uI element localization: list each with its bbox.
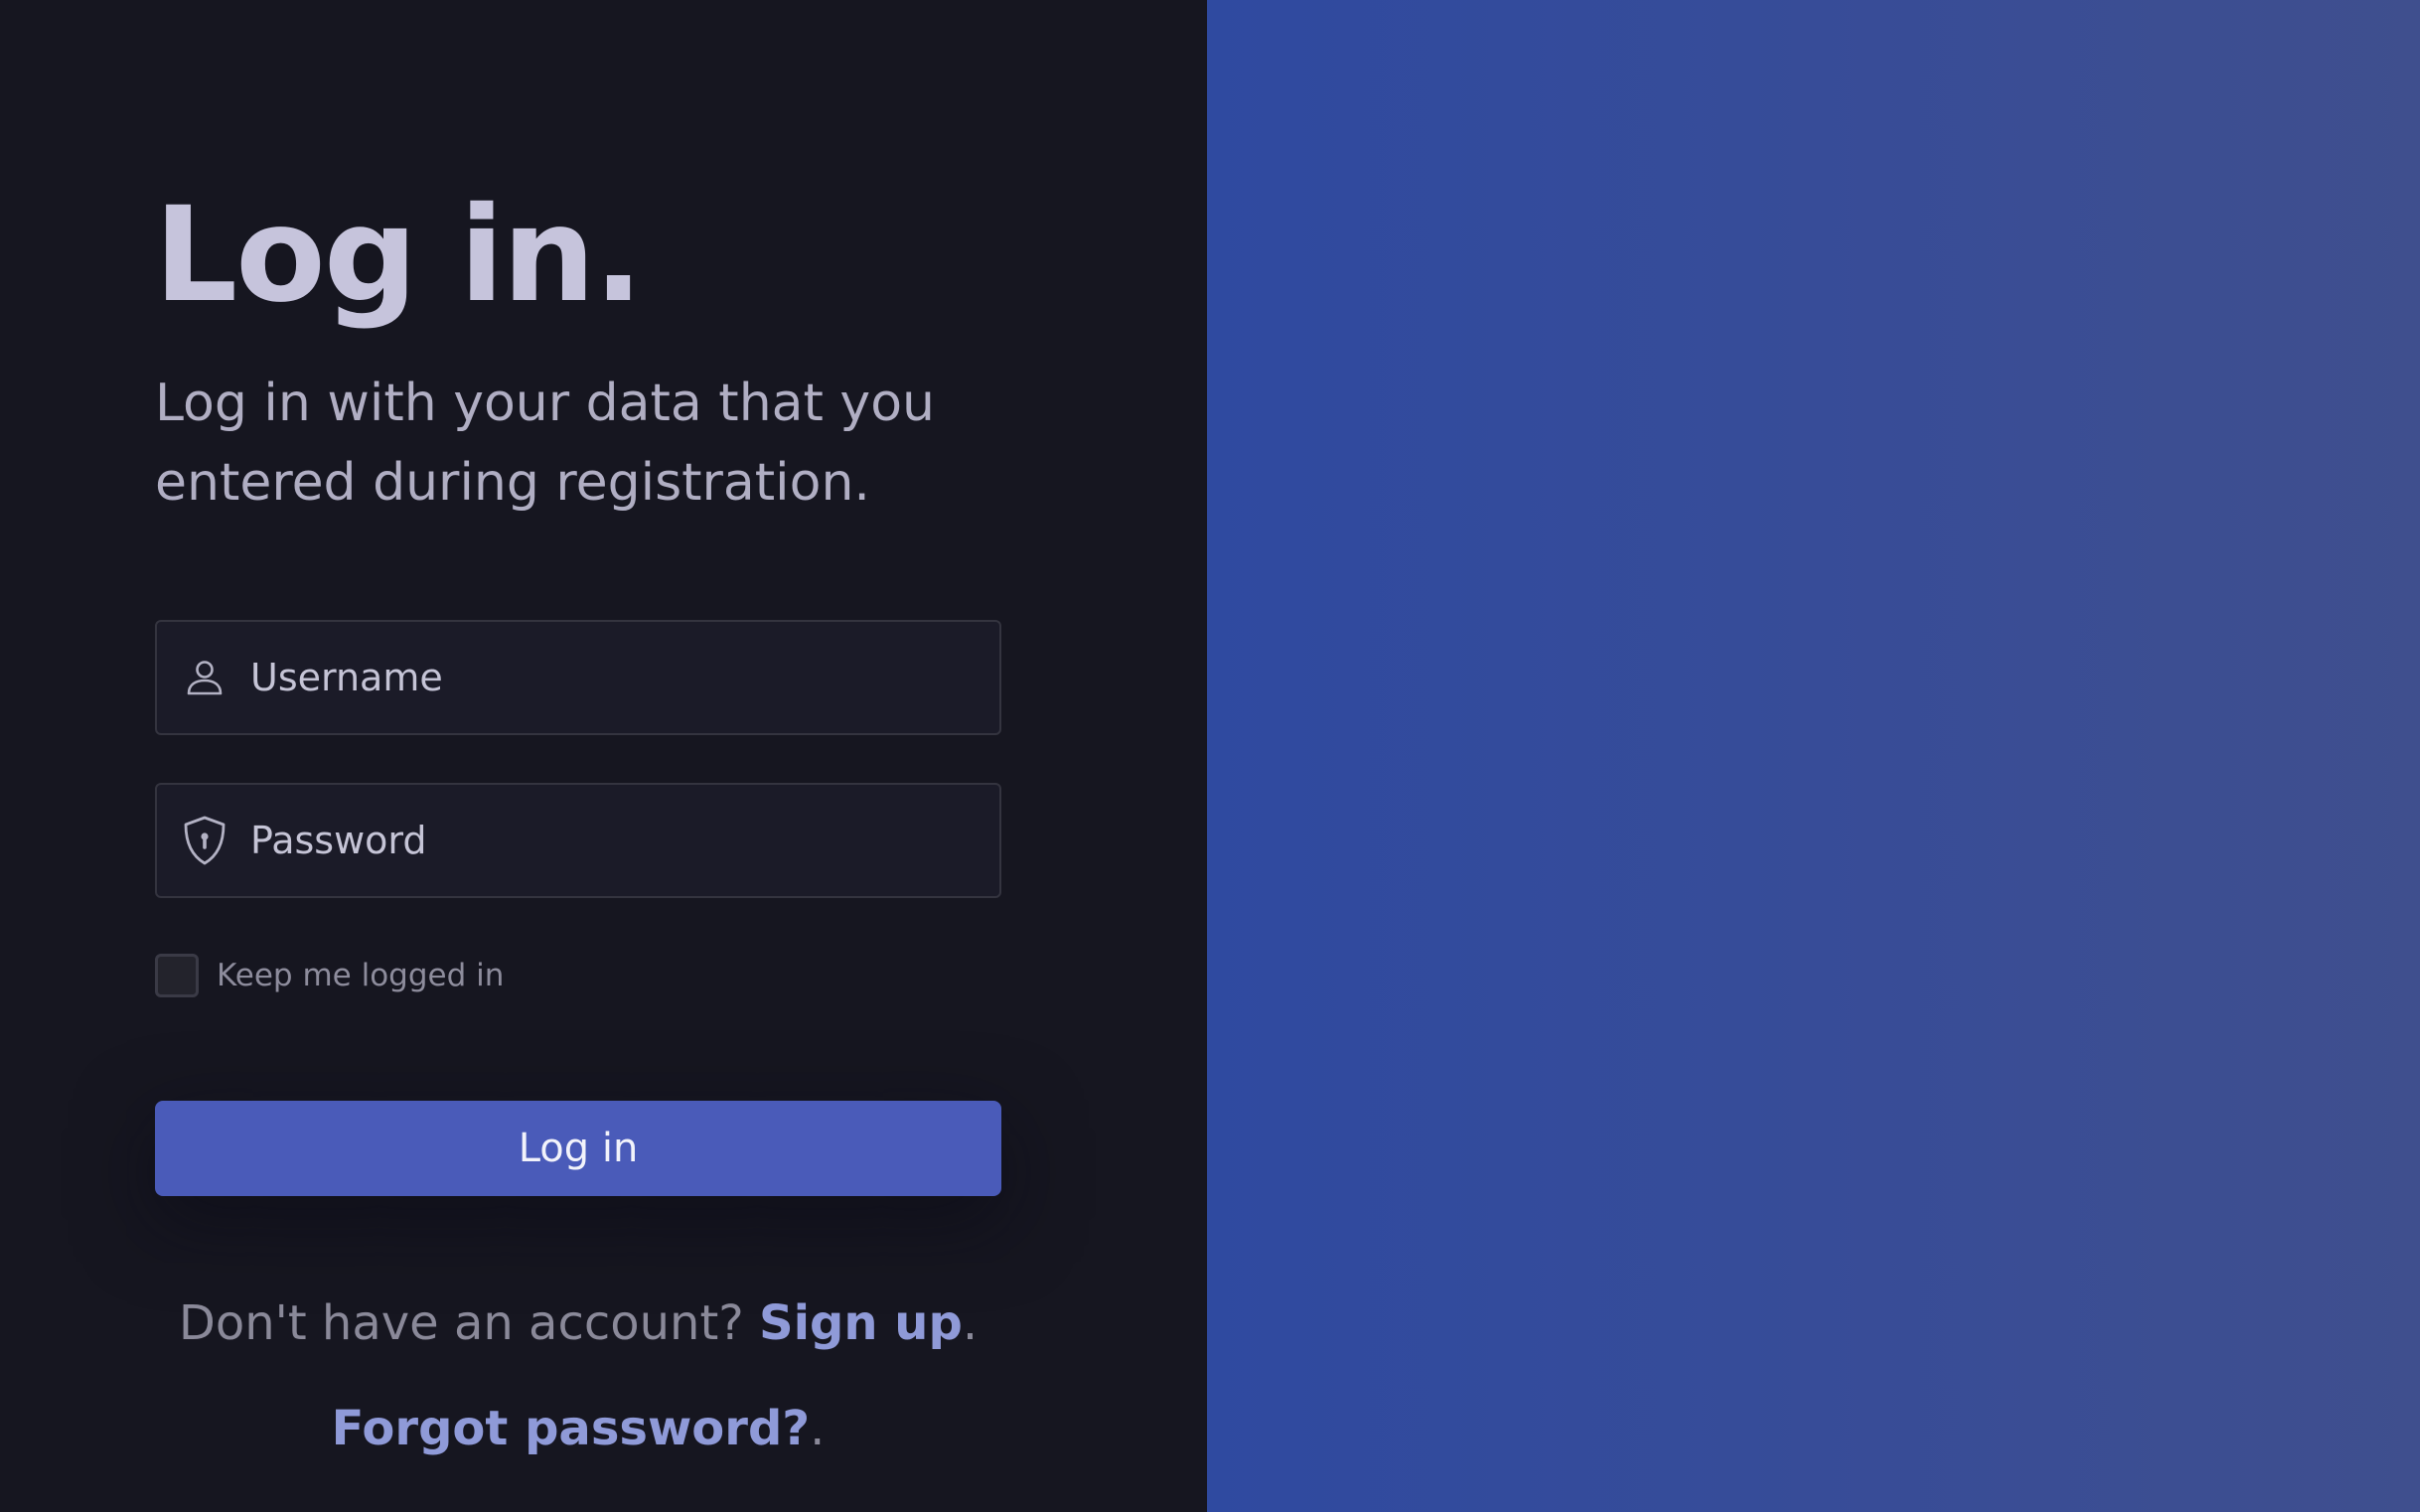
forgot-password-link[interactable]: Forgot password? [332, 1401, 811, 1456]
signup-prompt-text: Don't have an account? [178, 1295, 760, 1351]
login-form-panel: Log in. Log in with your data that you e… [0, 0, 1207, 1512]
forgot-period: . [810, 1401, 826, 1456]
username-field[interactable] [155, 620, 1001, 735]
signup-period: . [962, 1295, 979, 1351]
hero-background-panel [1207, 0, 2420, 1512]
user-icon [179, 652, 230, 703]
page-subtitle: Log in with your data that you entered d… [155, 374, 935, 513]
keep-logged-in-option[interactable]: Keep me logged in [155, 954, 504, 997]
forgot-password-row: Forgot password?. [0, 1401, 1156, 1456]
username-input[interactable] [250, 622, 999, 733]
signup-link[interactable]: Sign up [759, 1295, 963, 1351]
password-field[interactable] [155, 783, 1001, 898]
login-button[interactable]: Log in [155, 1101, 1001, 1196]
page-title: Log in. [154, 179, 644, 332]
password-input[interactable] [250, 785, 999, 896]
shield-lock-icon [179, 815, 230, 866]
login-page: Log in. Log in with your data that you e… [0, 0, 2420, 1512]
keep-logged-in-label: Keep me logged in [217, 958, 505, 993]
signup-prompt: Don't have an account? Sign up. [0, 1295, 1156, 1351]
keep-logged-in-checkbox[interactable] [155, 954, 199, 997]
